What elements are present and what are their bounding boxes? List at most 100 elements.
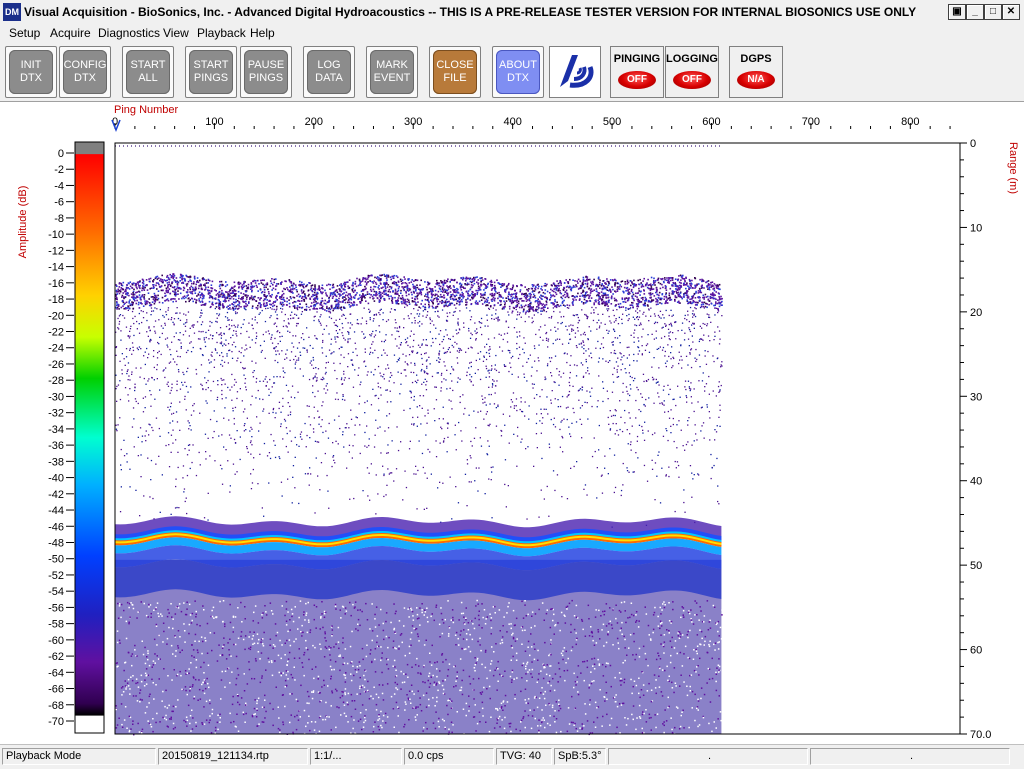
- echo-point: [349, 378, 350, 379]
- echo-point: [167, 282, 169, 284]
- echo-point: [349, 279, 351, 281]
- echo-point: [405, 286, 407, 288]
- menu-playback[interactable]: Playback: [197, 26, 246, 40]
- about-dtx-button[interactable]: ABOUT DTX: [492, 46, 544, 98]
- echo-point: [269, 333, 270, 334]
- echo-point: [718, 288, 720, 290]
- echo-point: [302, 333, 303, 334]
- echo-point: [321, 405, 322, 406]
- echogram-svg[interactable]: Amplitude (dB) 0-2-4-6-8-10-12-14-16-18-…: [0, 102, 1024, 744]
- echo-point: [253, 469, 254, 470]
- echo-point: [234, 306, 236, 308]
- echo-point: [245, 378, 246, 379]
- maximize-button[interactable]: □: [984, 4, 1002, 20]
- echo-point: [361, 295, 363, 297]
- close-button[interactable]: ✕: [1002, 4, 1020, 20]
- echo-point: [470, 441, 471, 442]
- echo-point: [503, 414, 504, 415]
- echo-point: [233, 464, 234, 465]
- echo-point: [633, 332, 634, 333]
- start-all-button[interactable]: START ALL: [122, 46, 174, 98]
- echo-point: [146, 279, 148, 281]
- echo-point: [495, 309, 496, 310]
- echo-point: [402, 295, 404, 297]
- start-pings-button[interactable]: START PINGS: [185, 46, 237, 98]
- menu-help[interactable]: Help: [250, 26, 275, 40]
- echo-point: [120, 289, 122, 291]
- echo-point: [354, 283, 356, 285]
- echo-point: [520, 442, 521, 443]
- echo-point: [333, 351, 334, 352]
- menu-diagnostics[interactable]: Diagnostics: [98, 26, 160, 40]
- echo-point: [349, 302, 351, 304]
- biosonics-logo-icon[interactable]: [549, 46, 601, 98]
- echo-point: [245, 291, 247, 293]
- echo-point: [239, 303, 241, 305]
- echo-point: [273, 409, 274, 410]
- echo-point: [374, 350, 375, 351]
- echo-point: [306, 306, 308, 308]
- menu-acquire[interactable]: Acquire: [50, 26, 91, 40]
- echogram-panel: Amplitude (dB) 0-2-4-6-8-10-12-14-16-18-…: [0, 102, 1024, 744]
- echo-point: [298, 357, 299, 358]
- echo-point: [516, 309, 517, 310]
- menu-view[interactable]: View: [163, 26, 189, 40]
- echo-point: [718, 310, 719, 311]
- echo-point: [149, 281, 151, 283]
- echo-point: [169, 409, 170, 410]
- echo-point: [611, 352, 612, 353]
- dgps-indicator[interactable]: DGPS N/A: [729, 46, 783, 98]
- pinging-indicator[interactable]: PINGING OFF: [610, 46, 664, 98]
- echo-point: [413, 423, 414, 424]
- echo-point: [293, 359, 294, 360]
- echo-point: [474, 283, 476, 285]
- echo-point: [127, 305, 129, 307]
- echo-point: [419, 290, 421, 292]
- echo-point: [242, 400, 243, 401]
- logging-indicator[interactable]: LOGGING OFF: [665, 46, 719, 98]
- echo-point: [428, 307, 430, 309]
- close-file-button[interactable]: CLOSE FILE: [429, 46, 481, 98]
- echo-point: [256, 300, 258, 302]
- echo-point: [294, 301, 296, 303]
- pause-pings-button[interactable]: PAUSE PINGS: [240, 46, 292, 98]
- echo-point: [236, 331, 237, 332]
- menu-setup[interactable]: Setup: [9, 26, 40, 40]
- echo-point: [444, 438, 445, 439]
- echo-point: [668, 281, 670, 283]
- echo-point: [216, 313, 217, 314]
- echo-point: [188, 281, 190, 283]
- restore-icon[interactable]: ▣: [948, 4, 966, 20]
- config-dtx-button[interactable]: CONFIG DTX: [59, 46, 111, 98]
- echo-point: [607, 281, 609, 283]
- echo-point: [591, 288, 593, 290]
- echo-point: [501, 285, 503, 287]
- minimize-button[interactable]: _: [966, 4, 984, 20]
- log-data-button[interactable]: LOG DATA: [303, 46, 355, 98]
- echo-point: [296, 325, 297, 326]
- echo-point: [132, 294, 134, 296]
- echo-point: [381, 341, 382, 342]
- echo-point: [145, 440, 146, 441]
- echo-point: [154, 399, 155, 400]
- echo-point: [629, 365, 630, 366]
- echo-point: [447, 294, 449, 296]
- echo-point: [162, 297, 164, 299]
- mark-event-button[interactable]: MARK EVENT: [366, 46, 418, 98]
- echo-point: [167, 345, 168, 346]
- echo-point: [703, 295, 705, 297]
- init-dtx-button[interactable]: INIT DTX: [5, 46, 57, 98]
- echo-point: [172, 430, 173, 431]
- echo-point: [454, 304, 456, 306]
- echo-point: [227, 293, 229, 295]
- echo-point: [370, 275, 372, 277]
- echo-point: [610, 291, 612, 293]
- echo-point: [411, 351, 412, 352]
- echo-point: [451, 380, 452, 381]
- echo-point: [140, 427, 141, 428]
- echo-point: [478, 369, 479, 370]
- echo-point: [118, 290, 120, 292]
- echo-point: [190, 289, 192, 291]
- echo-point: [131, 354, 132, 355]
- echo-point: [640, 411, 641, 412]
